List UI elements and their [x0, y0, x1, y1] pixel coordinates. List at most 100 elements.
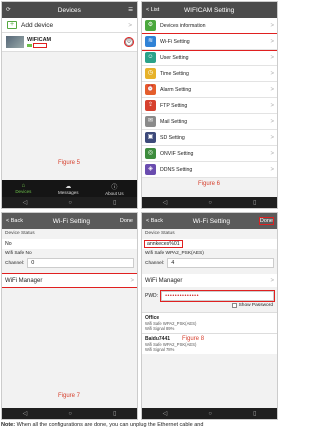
status-icon — [27, 44, 32, 47]
figure-8-panel: < Back Wi-Fi Setting Done Device Status … — [141, 212, 278, 420]
network-signal: Wifi Signal 78% — [145, 347, 175, 352]
setting-label: Time Setting — [160, 70, 189, 77]
channel-field[interactable]: 4 — [167, 258, 274, 268]
back-icon[interactable]: ◁ — [163, 199, 168, 206]
back-icon[interactable]: ◁ — [23, 199, 28, 206]
setting-icon: ✉ — [145, 116, 156, 127]
wifi-safe-row: Wifi Safe No — [2, 250, 137, 257]
note-bold: Note: — [1, 422, 16, 428]
cloud-icon: ☁ — [65, 183, 72, 190]
recent-icon[interactable]: ▯ — [113, 410, 116, 417]
setting-item[interactable]: ⏰ Alarm Setting > — [142, 82, 277, 98]
back-button[interactable]: < List — [146, 7, 159, 13]
wifi-header: < Back Wi-Fi Setting Done — [142, 213, 277, 229]
devices-header: ⟳ Devices ☰ — [2, 2, 137, 18]
setting-label: Wi-Fi Setting — [160, 38, 190, 45]
setting-item[interactable]: ◷ Time Setting > — [142, 66, 277, 82]
menu-icon[interactable]: ☰ — [128, 7, 133, 13]
chevron-right-icon: > — [270, 70, 274, 77]
system-navbar: ◁ ○ ▯ — [142, 408, 277, 419]
figure-5-caption: Figure 5 — [58, 160, 81, 166]
setting-item[interactable]: ⇪ FTP Setting > — [142, 98, 277, 114]
figure-7-panel: < Back Wi-Fi Setting Done Device Status … — [1, 212, 138, 420]
devices-title: Devices — [57, 6, 81, 14]
setting-icon: ◎ — [145, 148, 156, 159]
chevron-right-icon: > — [270, 150, 274, 157]
tab-messages[interactable]: ☁ Messages — [58, 183, 79, 195]
show-password-row[interactable]: Show Password — [142, 302, 277, 309]
setting-label: SD Setting — [160, 134, 185, 141]
add-device-label: Add device — [21, 21, 54, 29]
chevron-right-icon: > — [270, 118, 274, 125]
setting-item[interactable]: ▣ SD Setting > — [142, 130, 277, 146]
setting-item[interactable]: ◎ ONVIF Setting > — [142, 146, 277, 162]
show-password-checkbox[interactable] — [231, 303, 237, 308]
setting-label: Devices information — [160, 22, 206, 29]
wifi-manager-row[interactable]: WiFi Manager > — [2, 273, 137, 288]
wifi-network-item[interactable]: Baidu7441 Figure 8 Wifi Safe WPA2_PSK(AES… — [142, 333, 277, 354]
channel-row: Channel: 0 — [2, 257, 137, 269]
setting-item[interactable]: ≋ Wi-Fi Setting > — [142, 33, 277, 51]
pwd-label: PWD: — [145, 293, 159, 299]
setting-item[interactable]: ◈ DDNS Setting > — [142, 162, 277, 178]
setting-label: FTP Setting — [160, 102, 188, 109]
gear-icon[interactable]: ⚙ — [124, 37, 134, 47]
info-icon: ⓘ — [111, 184, 118, 191]
done-button[interactable]: Done — [120, 218, 133, 224]
home-circle-icon[interactable]: ○ — [68, 411, 72, 417]
camera-thumbnail — [6, 36, 24, 48]
wifi-title: Wi-Fi Setting — [52, 217, 90, 225]
chevron-right-icon: > — [130, 277, 134, 284]
tab-devices[interactable]: ⌂ Devices — [15, 183, 31, 194]
setting-label: DDNS Setting — [160, 166, 193, 173]
wifi-header: < Back Wi-Fi Setting Done — [2, 213, 137, 229]
back-button[interactable]: < Back — [6, 218, 23, 224]
home-circle-icon[interactable]: ○ — [68, 200, 72, 206]
tab-about[interactable]: ⓘ About Us — [105, 182, 124, 196]
setting-label: Mail Setting — [160, 118, 188, 125]
add-device-row[interactable]: + Add device > — [2, 18, 137, 33]
setting-item[interactable]: ☺ User Setting > — [142, 50, 277, 66]
setting-icon: ☺ — [145, 52, 156, 63]
setting-item[interactable]: ✉ Mail Setting > — [142, 114, 277, 130]
recent-icon[interactable]: ▯ — [113, 199, 116, 206]
channel-row: Channel: 4 — [142, 257, 277, 269]
camera-name: WIFICAM — [27, 37, 52, 43]
setting-label: ONVIF Setting — [160, 150, 194, 157]
note-body: When all the configurations are done, yo… — [15, 422, 204, 428]
back-button[interactable]: < Back — [146, 218, 163, 224]
wifi-title: Wi-Fi Setting — [192, 217, 230, 225]
wifi-manager-row[interactable]: WiFi Manager > — [142, 274, 277, 287]
setting-icon: ⚙ — [145, 20, 156, 31]
channel-field[interactable]: 0 — [27, 258, 134, 268]
back-icon[interactable]: ◁ — [23, 410, 28, 417]
show-password-label: Show Password — [238, 303, 273, 308]
chevron-right-icon: > — [270, 38, 274, 45]
status-value: No — [2, 239, 137, 249]
done-button[interactable]: Done — [258, 217, 275, 225]
setting-item[interactable]: ⚙ Devices information > — [142, 18, 277, 34]
chevron-right-icon: > — [270, 277, 274, 284]
figure-6-caption: Figure 6 — [198, 181, 221, 187]
setting-title: WIFICAM Setting — [184, 6, 235, 14]
recent-icon[interactable]: ▯ — [253, 199, 256, 206]
chevron-right-icon: > — [270, 22, 274, 29]
settings-menu: ⚙ Devices information > ≋ Wi-Fi Setting > ☺ Use… — [142, 18, 277, 178]
bottom-tabs: ⌂ Devices ☁ Messages ⓘ About Us — [2, 180, 137, 197]
chevron-right-icon: > — [128, 21, 132, 29]
home-circle-icon[interactable]: ○ — [208, 200, 212, 206]
channel-label: Channel: — [5, 260, 25, 266]
setting-icon: ◷ — [145, 68, 156, 79]
home-circle-icon[interactable]: ○ — [208, 411, 212, 417]
figure-6-panel: < List WIFICAM Setting ⚙ Devices informat… — [141, 1, 278, 209]
uid-field — [33, 43, 47, 48]
setting-icon: ▣ — [145, 132, 156, 143]
setting-label: User Setting — [160, 54, 189, 61]
back-icon[interactable]: ◁ — [163, 410, 168, 417]
wifi-network-item[interactable]: Office Wifi Safe WPA2_PSK(AES) Wifi Sign… — [142, 312, 277, 333]
channel-label: Channel: — [145, 260, 165, 266]
password-input[interactable]: •••••••••••••• — [160, 290, 275, 302]
recent-icon[interactable]: ▯ — [253, 410, 256, 417]
camera-row[interactable]: WIFICAM ⚙ — [2, 33, 137, 52]
device-status-label: Device Status — [145, 231, 175, 236]
